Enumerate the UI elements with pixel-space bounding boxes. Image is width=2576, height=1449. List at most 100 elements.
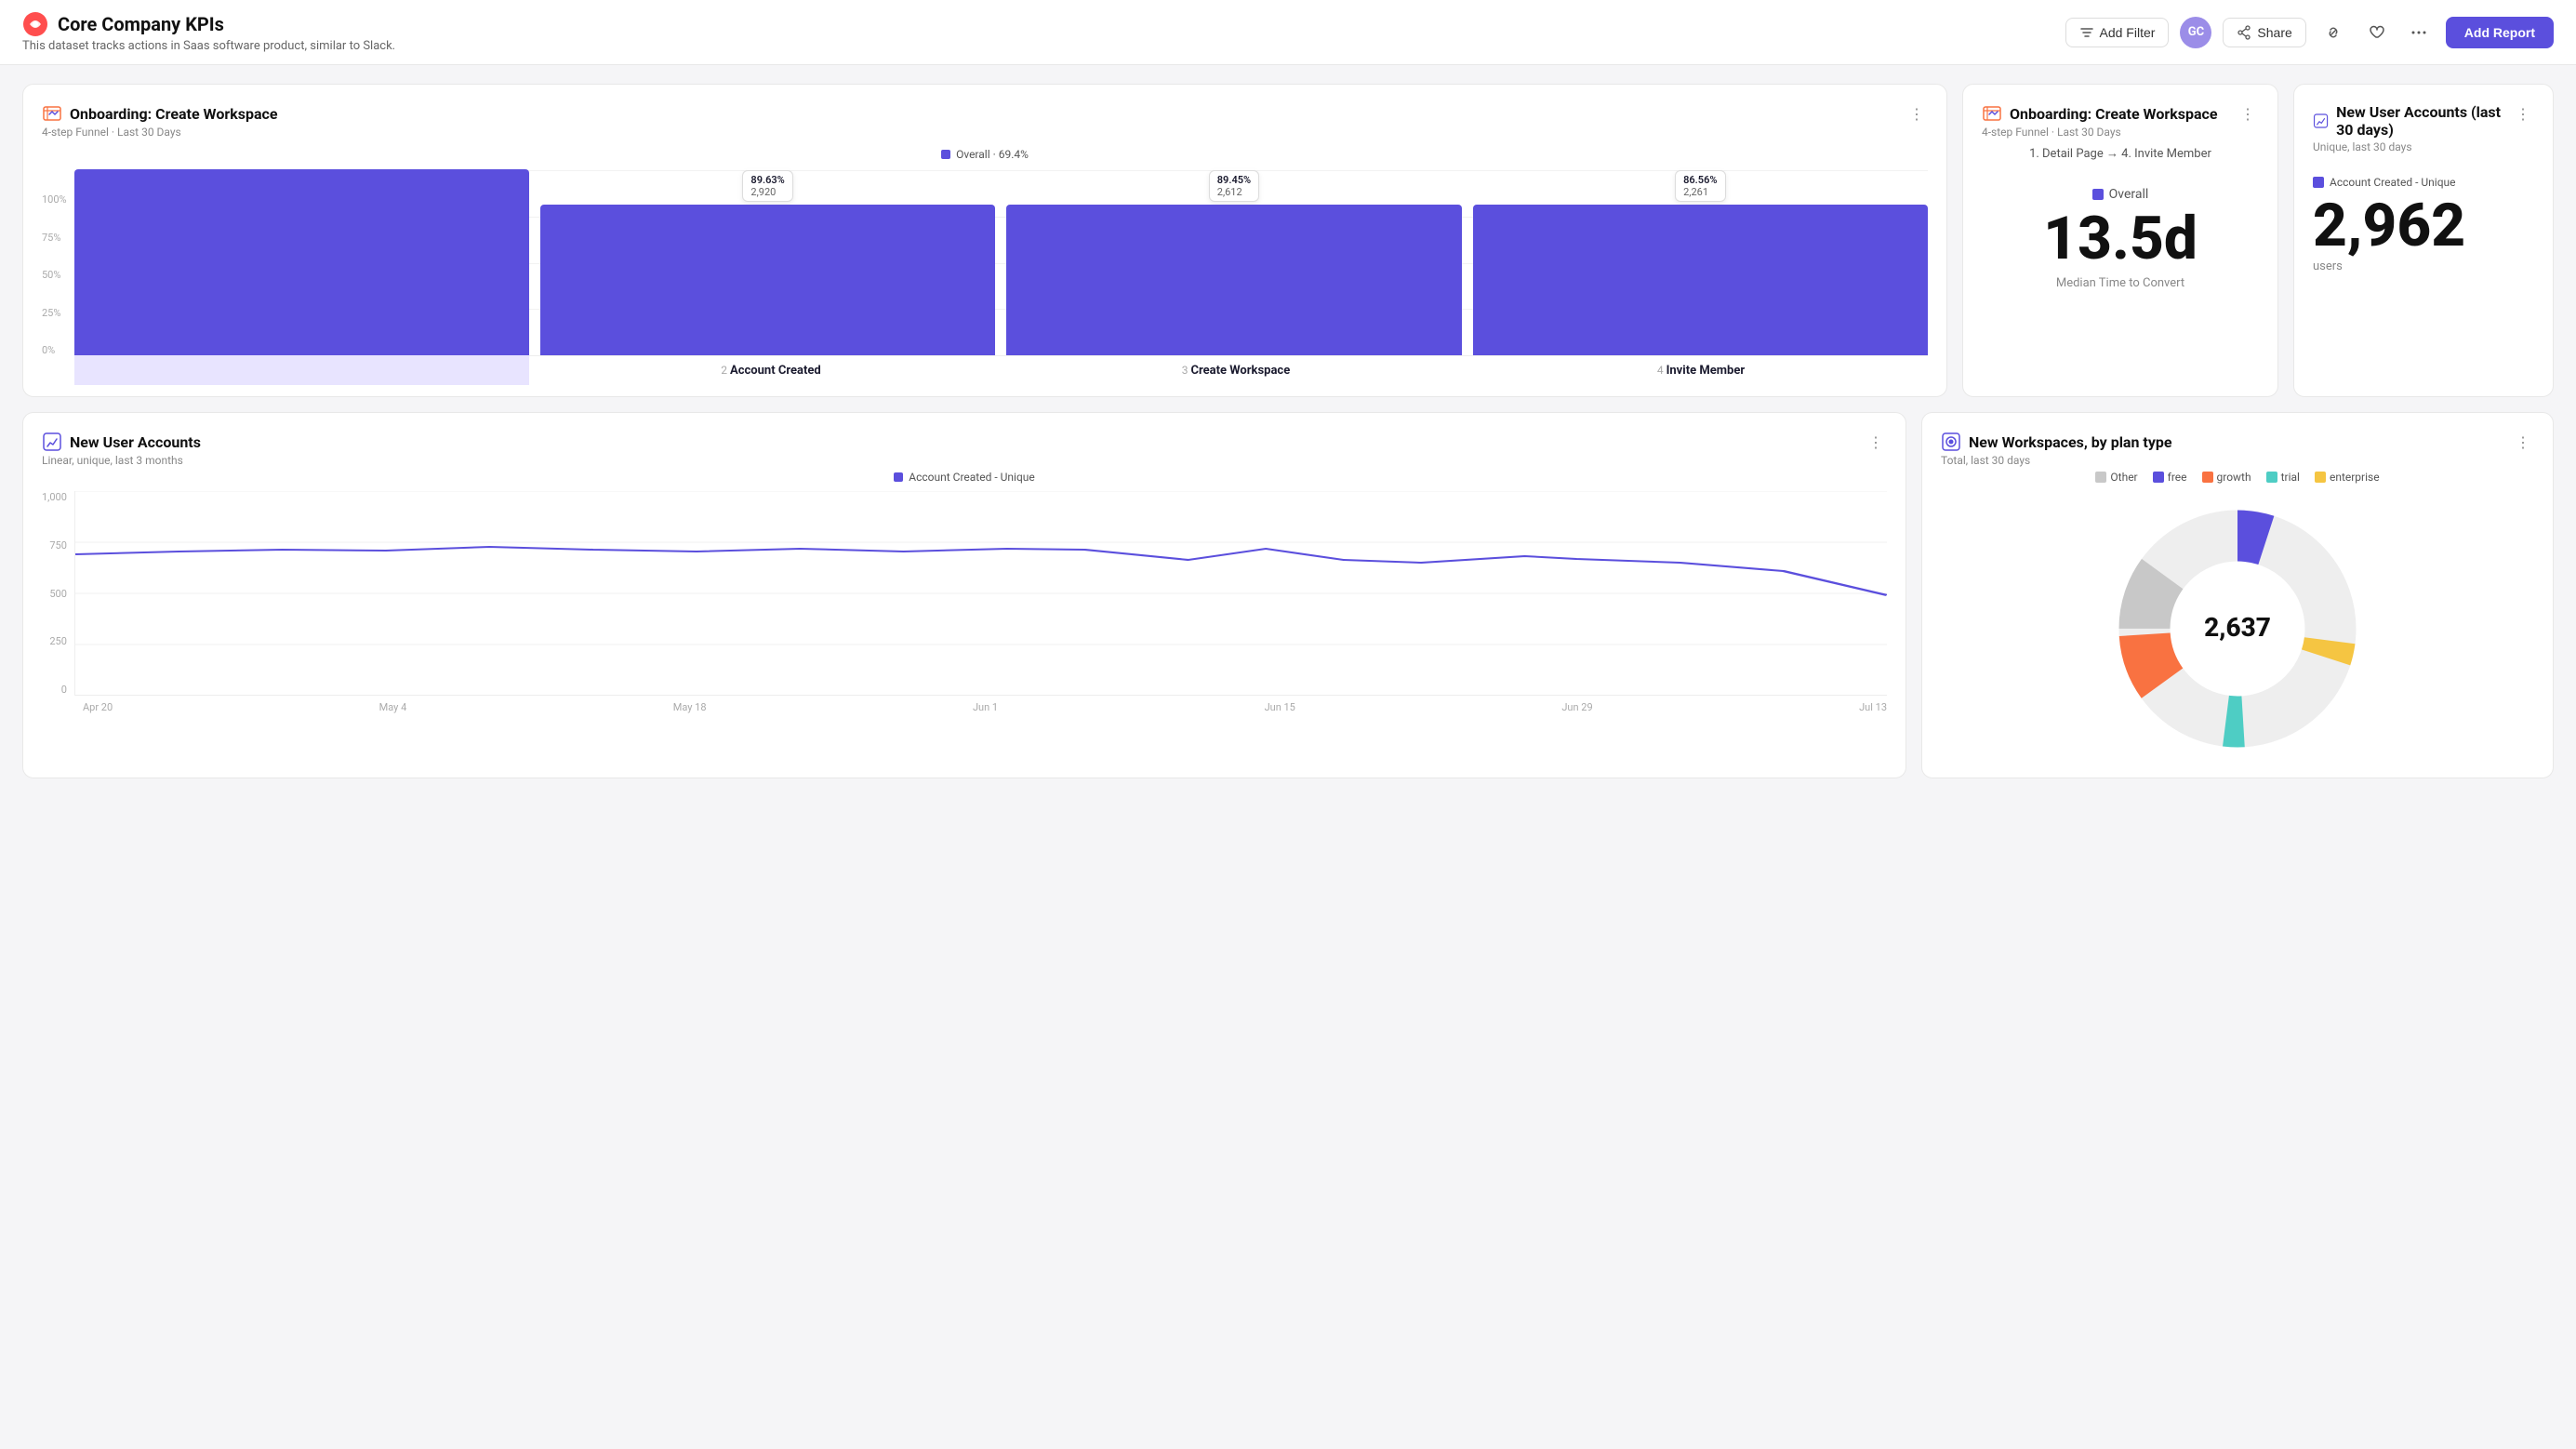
funnel-legend: Overall · 69.4% xyxy=(42,148,1928,161)
stat-legend-dot xyxy=(2313,177,2324,188)
funnel-card-1-more[interactable]: ⋮ xyxy=(1905,103,1928,126)
add-filter-button[interactable]: Add Filter xyxy=(2065,18,2170,47)
y-label-2: 50% xyxy=(42,269,67,281)
legend-other: Other xyxy=(2095,471,2137,484)
funnel-bar-2: 89.63%2,920 xyxy=(540,170,995,355)
stat-chart-icon xyxy=(2313,111,2329,131)
funnel-legend-label: Overall · 69.4% xyxy=(956,148,1029,161)
top-bar-left: Core Company KPIs This dataset tracks ac… xyxy=(22,11,395,53)
median-card-more[interactable]: ⋮ xyxy=(2237,103,2259,126)
funnel-card-1-title-row: Onboarding: Create Workspace xyxy=(42,103,278,124)
stat-card-more[interactable]: ⋮ xyxy=(2512,103,2534,126)
link-button[interactable] xyxy=(2317,17,2349,48)
line-card-header: New User Accounts Linear, unique, last 3… xyxy=(42,432,1887,467)
donut-card-title: New Workspaces, by plan type xyxy=(1969,433,2172,451)
favorite-button[interactable] xyxy=(2360,17,2392,48)
legend-dot-enterprise xyxy=(2315,472,2326,483)
line-chart-legend: Account Created - Unique xyxy=(42,471,1887,484)
avatar: GC xyxy=(2180,17,2211,48)
line-y-250: 250 xyxy=(42,635,67,647)
median-card-subtitle: 4-step Funnel · Last 30 Days xyxy=(1982,126,2218,139)
line-legend-dot xyxy=(894,472,903,482)
line-y-1000: 1,000 xyxy=(42,491,67,503)
donut-container: 2,637 xyxy=(1941,499,2534,759)
line-card-subtitle: Linear, unique, last 3 months xyxy=(42,454,201,467)
median-card-header: Onboarding: Create Workspace 4-step Funn… xyxy=(1982,103,2259,139)
median-legend-label: Overall xyxy=(2109,187,2149,202)
x-label-2: 2 Account Created xyxy=(544,364,998,378)
median-card-title: Onboarding: Create Workspace xyxy=(2010,105,2218,123)
line-card-more[interactable]: ⋮ xyxy=(1865,432,1887,454)
legend-trial: trial xyxy=(2266,471,2300,484)
dashboard: Onboarding: Create Workspace 4-step Funn… xyxy=(0,65,2576,797)
share-icon xyxy=(2237,25,2251,40)
y-label-1: 75% xyxy=(42,232,67,244)
stat-card-title-row: New User Accounts (last 30 days) xyxy=(2313,103,2512,139)
line-y-0: 0 xyxy=(42,684,67,696)
stat-value: 2,962 xyxy=(2313,196,2534,256)
x-label-3: 3 Create Workspace xyxy=(1009,364,1463,378)
legend-dot-growth xyxy=(2202,472,2213,483)
funnel-icon-2 xyxy=(1982,103,2002,124)
median-sub: Median Time to Convert xyxy=(2056,276,2184,290)
filter-icon xyxy=(2079,25,2094,40)
line-card-title-row: New User Accounts xyxy=(42,432,201,452)
y-label-0: 100% xyxy=(42,193,67,206)
donut-card-more[interactable]: ⋮ xyxy=(2512,432,2534,454)
line-legend-label: Account Created - Unique xyxy=(909,471,1035,484)
x-label-jun29: Jun 29 xyxy=(1561,701,1592,713)
median-legend-dot xyxy=(2092,189,2104,200)
legend-dot-other xyxy=(2095,472,2106,483)
median-step-label: 1. Detail Page → 4. Invite Member xyxy=(1982,146,2259,161)
stat-card-title: New User Accounts (last 30 days) xyxy=(2336,103,2512,139)
row-2: New User Accounts Linear, unique, last 3… xyxy=(22,412,2554,778)
top-bar: Core Company KPIs This dataset tracks ac… xyxy=(0,0,2576,65)
donut-card-header: New Workspaces, by plan type Total, last… xyxy=(1941,432,2534,467)
donut-card-subtitle: Total, last 30 days xyxy=(1941,454,2172,467)
row-1: Onboarding: Create Workspace 4-step Funn… xyxy=(22,84,2554,397)
share-button[interactable]: Share xyxy=(2223,18,2305,47)
y-label-3: 25% xyxy=(42,307,67,319)
funnel-card-1: Onboarding: Create Workspace 4-step Funn… xyxy=(22,84,1947,397)
stat-unit: users xyxy=(2313,259,2534,273)
heart-icon xyxy=(2368,24,2384,41)
line-chart-svg xyxy=(75,491,1887,696)
funnel-bar-3: 89.45%2,612 xyxy=(1006,170,1461,355)
donut-svg: 2,637 xyxy=(2098,489,2377,768)
stat-legend-label: Account Created - Unique xyxy=(2330,176,2456,189)
stat-content: Account Created - Unique 2,962 users xyxy=(2313,157,2534,292)
donut-card: New Workspaces, by plan type Total, last… xyxy=(1921,412,2554,778)
line-chart-card: New User Accounts Linear, unique, last 3… xyxy=(22,412,1906,778)
median-time-card: Onboarding: Create Workspace 4-step Funn… xyxy=(1962,84,2278,397)
svg-text:2,637: 2,637 xyxy=(2204,612,2271,643)
funnel-card-1-title: Onboarding: Create Workspace xyxy=(70,105,278,123)
x-label-may4: May 4 xyxy=(379,701,407,713)
top-bar-right: Add Filter GC Share xyxy=(2065,17,2555,48)
line-y-500: 500 xyxy=(42,588,67,600)
x-label-4: 4 Invite Member xyxy=(1474,364,1928,378)
add-report-button[interactable]: Add Report xyxy=(2446,17,2554,48)
median-content: Overall 13.5d Median Time to Convert xyxy=(1982,168,2259,309)
page-subtitle: This dataset tracks actions in Saas soft… xyxy=(22,39,395,53)
funnel-chart-icon xyxy=(42,103,62,124)
page-title: Core Company KPIs xyxy=(58,13,224,35)
y-label-4: 0% xyxy=(42,344,67,356)
legend-enterprise: enterprise xyxy=(2315,471,2380,484)
funnel-card-1-header: Onboarding: Create Workspace 4-step Funn… xyxy=(42,103,1928,139)
title-row: Core Company KPIs xyxy=(22,11,395,37)
x-label-may18: May 18 xyxy=(673,701,707,713)
more-options-button[interactable] xyxy=(2403,17,2435,48)
donut-chart-icon xyxy=(1941,432,1961,452)
donut-legend: Other free growth trial enterprise xyxy=(1941,471,2534,484)
donut-card-title-row: New Workspaces, by plan type xyxy=(1941,432,2172,452)
ellipsis-icon xyxy=(2410,24,2427,41)
stat-card: New User Accounts (last 30 days) Unique,… xyxy=(2293,84,2554,397)
x-label-jun1: Jun 1 xyxy=(973,701,998,713)
legend-free: free xyxy=(2153,471,2187,484)
link-icon xyxy=(2325,24,2342,41)
median-value: 13.5d xyxy=(2043,209,2198,269)
median-card-title-row: Onboarding: Create Workspace xyxy=(1982,103,2218,124)
line-card-title: New User Accounts xyxy=(70,433,201,451)
legend-growth: growth xyxy=(2202,471,2251,484)
funnel-bar-1: 100% 3,258 xyxy=(74,170,529,355)
